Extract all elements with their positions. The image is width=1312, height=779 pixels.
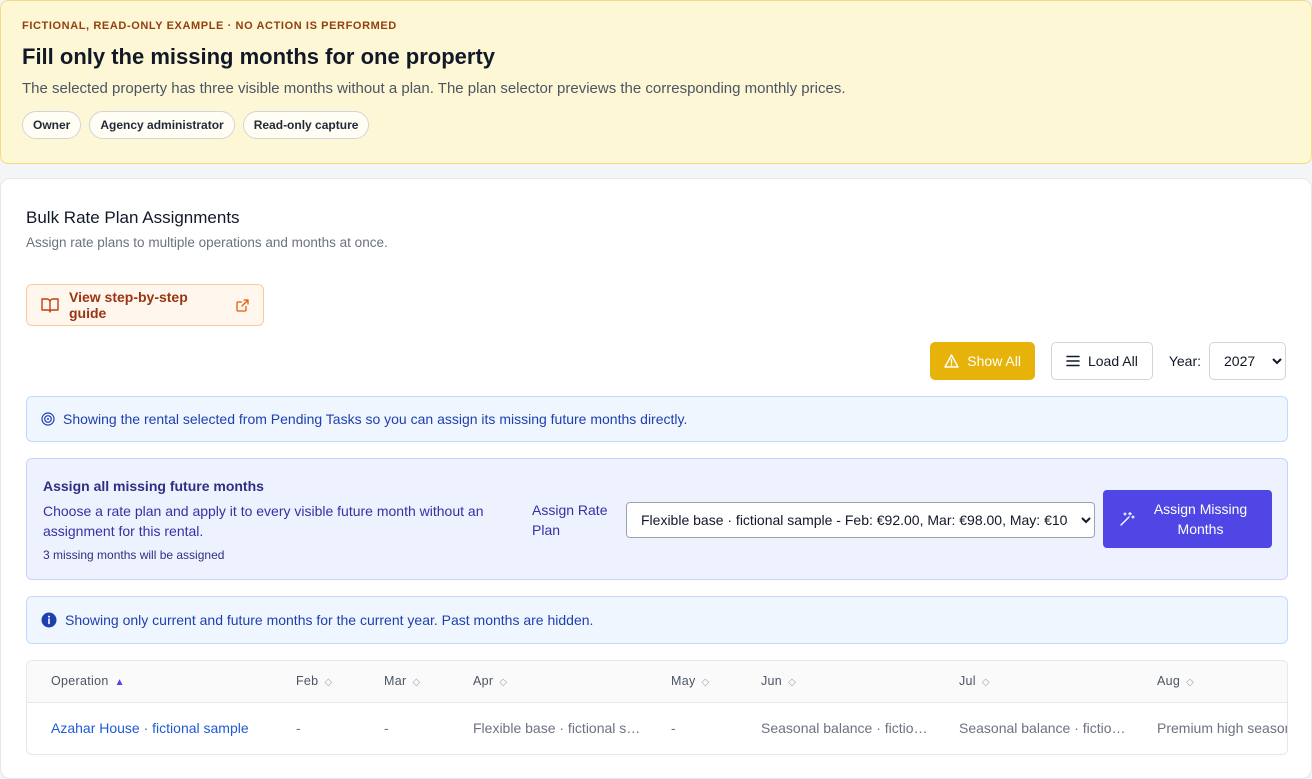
sort-icon: ◇ [788,677,797,689]
year-select[interactable]: 2027 [1209,342,1286,380]
bulk-assignments-card: Bulk Rate Plan Assignments Assign rate p… [0,178,1312,779]
year-label: Year: [1168,353,1201,369]
assign-missing-months-label: Assign Missing Months [1153,501,1248,537]
missing-count: 3 missing months will be assigned [43,548,225,562]
month-cell-apr[interactable]: Flexible base · fictional sample [449,702,647,754]
page-subtitle: Assign rate plans to multiple operations… [26,235,388,250]
assign-missing-panel: Assign all missing future months Choose … [26,458,1288,580]
column-header-feb[interactable]: Feb ◇ [272,661,360,703]
table-header-row: Operation ▲ Feb ◇ Mar ◇ Apr ◇ May ◇ Jun ◇ Jul ◇… [27,661,1287,703]
pending-task-text: Showing the rental selected from Pending… [63,411,688,427]
column-header-apr[interactable]: Apr ◇ [449,661,647,703]
target-icon [41,412,55,426]
month-cell-mar[interactable]: - [360,702,449,754]
banner-title: Fill only the missing months for one pro… [22,44,496,69]
load-all-button[interactable]: Load All [1050,342,1153,380]
guide-label: View step-by-step guide [69,289,188,321]
magic-wand-icon [1120,511,1135,526]
chip-owner: Owner [22,111,82,139]
column-header-mar[interactable]: Mar ◇ [360,661,449,703]
page-title: Bulk Rate Plan Assignments [26,208,240,227]
load-all-label: Load All [1087,353,1138,369]
sort-icon: ◇ [499,677,508,689]
sort-icon: ◇ [981,677,990,689]
warning-icon [944,354,959,368]
month-cell-may[interactable]: - [647,702,737,754]
assign-missing-months-button[interactable]: Assign Missing Months [1103,490,1272,548]
sort-icon: ◇ [324,677,333,689]
month-cell-feb[interactable]: - [272,702,360,754]
example-banner: FICTIONAL, READ-ONLY EXAMPLE · NO ACTION… [0,0,1312,164]
show-all-label: Show All [967,353,1021,369]
column-header-operation[interactable]: Operation ▲ [27,661,272,703]
book-icon [41,298,59,313]
column-header-jul[interactable]: Jul ◇ [935,661,1133,703]
column-header-aug[interactable]: Aug ◇ [1133,661,1287,703]
info-icon [41,612,57,628]
toolbar: Show All Load All Year: 2027 [930,342,1286,380]
column-header-may[interactable]: May ◇ [647,661,737,703]
role-chips: Owner Agency administrator Read-only cap… [22,111,1290,139]
assign-title: Assign all missing future months [43,478,264,494]
banner-description: The selected property has three visible … [22,80,846,97]
sort-asc-icon: ▲ [114,677,125,689]
show-all-button[interactable]: Show All [930,342,1035,380]
sort-icon: ◇ [412,677,421,689]
chip-read-only-capture: Read-only capture [242,111,370,139]
banner-kicker: FICTIONAL, READ-ONLY EXAMPLE · NO ACTION… [22,20,397,32]
sort-icon: ◇ [701,677,710,689]
assign-rate-plan-label: Assign Rate Plan [532,502,608,538]
rate-plan-select[interactable]: Flexible base · fictional sample - Feb: … [626,502,1095,538]
chip-agency-administrator: Agency administrator [89,111,235,139]
current-future-months-alert: Showing only current and future months f… [26,596,1288,644]
sort-icon: ◇ [1186,677,1195,689]
table-row: Azahar House · fictional sample - - Flex… [27,702,1287,754]
operation-link[interactable]: Azahar House · fictional sample [51,720,249,736]
pending-task-alert: Showing the rental selected from Pending… [26,396,1288,442]
operation-cell: Azahar House · fictional sample [27,702,272,754]
month-cell-aug[interactable]: Premium high season · fictional sample [1133,702,1287,754]
current-future-months-text: Showing only current and future months f… [65,612,594,628]
step-by-step-guide-link[interactable]: View step-by-step guide [26,284,264,326]
month-cell-jun[interactable]: Seasonal balance · fictional sample [737,702,935,754]
external-link-icon [236,298,249,312]
column-header-jun[interactable]: Jun ◇ [737,661,935,703]
assignments-table: Operation ▲ Feb ◇ Mar ◇ Apr ◇ May ◇ Jun ◇ Jul ◇… [26,660,1288,755]
list-icon [1066,355,1080,367]
assign-description: Choose a rate plan and apply it to every… [43,503,484,539]
month-cell-jul[interactable]: Seasonal balance · fictional sample [935,702,1133,754]
